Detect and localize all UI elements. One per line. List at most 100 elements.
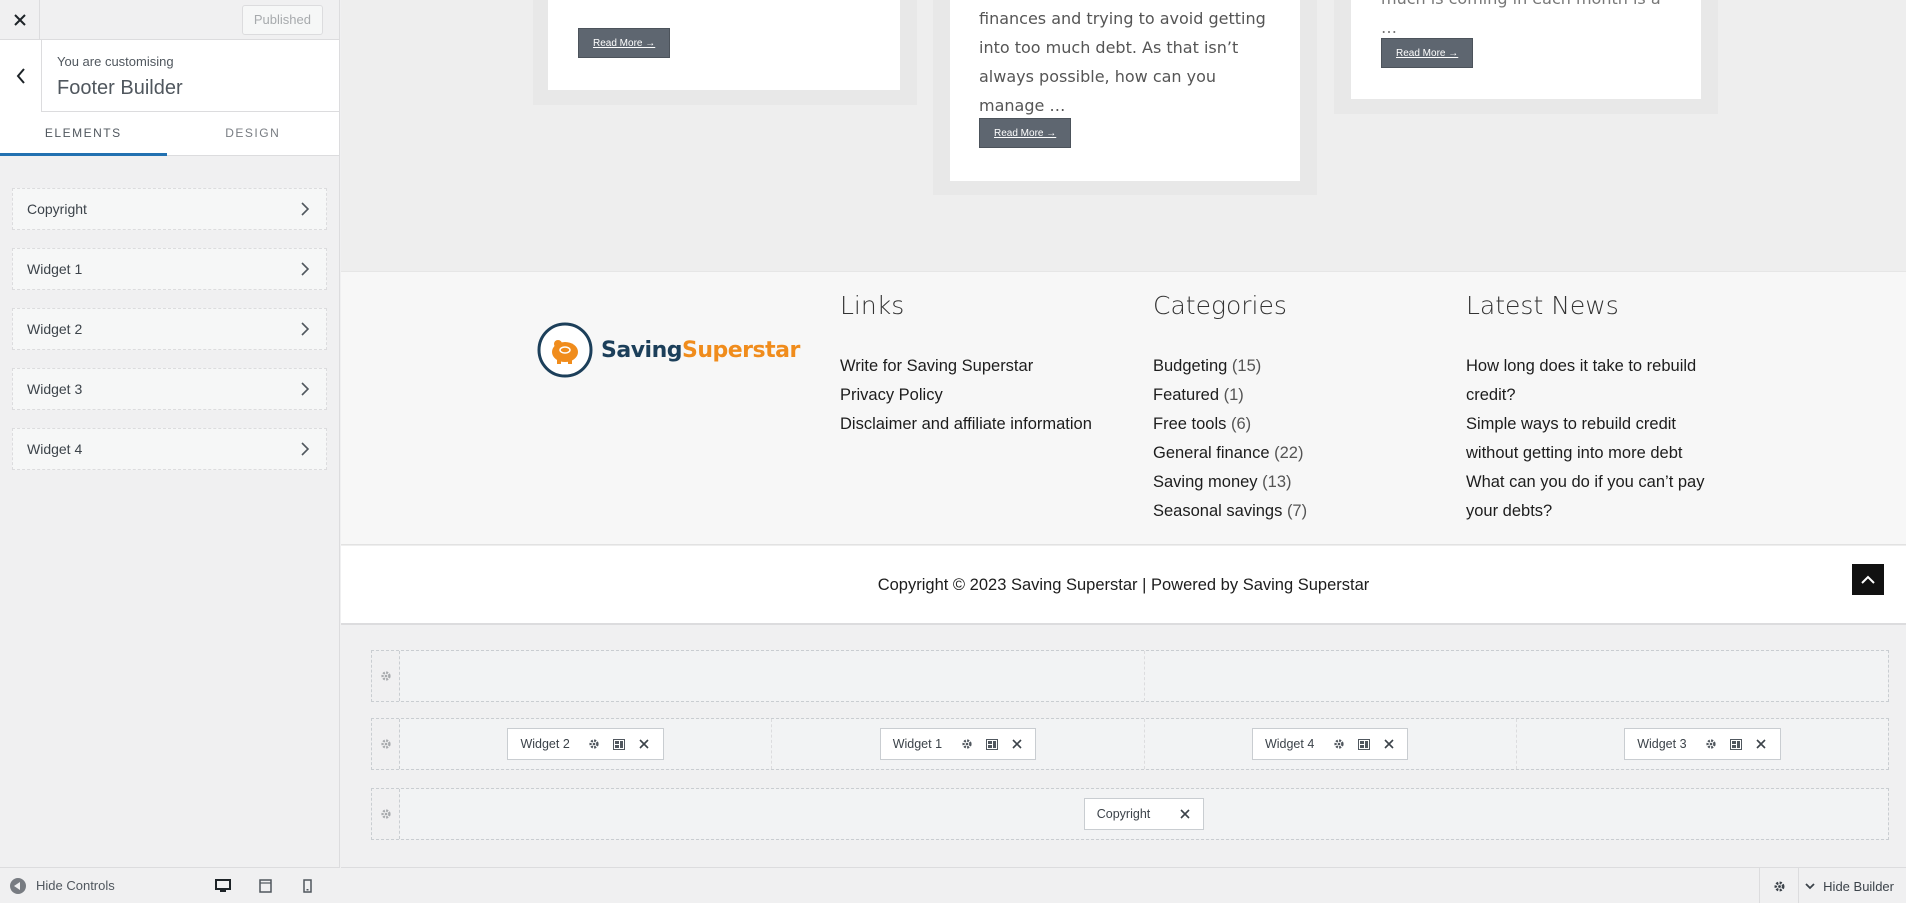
element-item-label: Widget 2 (27, 321, 83, 337)
builder-item-widget-3[interactable]: Widget 3 (1624, 728, 1781, 760)
category-count: (13) (1262, 473, 1292, 491)
element-item-label: Copyright (27, 201, 87, 217)
builder-item-copyright[interactable]: Copyright (1083, 798, 1205, 830)
item-settings-button[interactable] (954, 734, 979, 754)
item-widgets-button[interactable] (607, 734, 632, 754)
builder-column[interactable]: Widget 4 (1144, 719, 1517, 769)
close-icon (1384, 739, 1394, 749)
hide-controls-button[interactable]: Hide Controls (10, 877, 115, 894)
row-settings-button[interactable] (372, 719, 400, 769)
widget-icon (1357, 738, 1370, 750)
builder-item-label: Widget 3 (1637, 737, 1687, 751)
footer-bottom-bar: Copyright © 2023 Saving Superstar | Powe… (341, 546, 1906, 624)
chevron-right-icon (301, 262, 310, 276)
read-more-link[interactable]: Read More → (578, 28, 671, 58)
item-settings-button[interactable] (1326, 734, 1351, 754)
hide-controls-label: Hide Controls (36, 878, 115, 893)
category-item: Saving money (13) (1153, 468, 1307, 497)
news-link[interactable]: What can you do if you can’t pay your de… (1466, 468, 1706, 526)
item-settings-button[interactable] (582, 734, 607, 754)
builder-column[interactable]: Widget 3 (1516, 719, 1888, 769)
post-card: Read More → (548, 0, 900, 90)
element-item-widget-4[interactable]: Widget 4 (12, 428, 327, 470)
latest-news-widget-list: How long does it take to rebuild credit?… (1466, 352, 1706, 526)
hide-builder-button[interactable]: Hide Builder (1805, 868, 1894, 903)
footer-link[interactable]: Disclaimer and affiliate information (840, 410, 1092, 439)
chevron-down-icon (1805, 882, 1815, 889)
builder-item-label: Widget 2 (520, 737, 570, 751)
category-link[interactable]: Seasonal savings (1153, 502, 1282, 520)
element-item-widget-1[interactable]: Widget 1 (12, 248, 327, 290)
builder-column[interactable]: Copyright (400, 789, 1888, 839)
mobile-preview-button[interactable] (286, 868, 328, 903)
item-remove-button[interactable] (1004, 734, 1029, 754)
builder-row-bottom: Copyright (371, 788, 1889, 840)
categories-widget-title: Categories (1153, 291, 1287, 320)
category-link[interactable]: Free tools (1153, 415, 1226, 433)
category-item: Featured (1) (1153, 381, 1307, 410)
gear-icon (1774, 881, 1784, 891)
published-button[interactable]: Published (241, 5, 323, 35)
builder-column[interactable]: Widget 2 (400, 719, 773, 769)
close-icon (1180, 809, 1190, 819)
row-settings-button[interactable] (372, 789, 400, 839)
item-remove-button[interactable] (632, 734, 657, 754)
item-remove-button[interactable] (1749, 734, 1774, 754)
hide-builder-label: Hide Builder (1823, 878, 1894, 894)
widget-icon (985, 738, 998, 750)
element-item-widget-2[interactable]: Widget 2 (12, 308, 327, 350)
tab-design[interactable]: DESIGN (167, 112, 339, 155)
builder-item-widget-1[interactable]: Widget 1 (879, 728, 1037, 760)
builder-item-widget-2[interactable]: Widget 2 (507, 728, 664, 760)
close-icon (1011, 739, 1022, 749)
element-item-label: Widget 1 (27, 261, 83, 277)
customising-label: You are customising (57, 54, 174, 69)
element-item-widget-3[interactable]: Widget 3 (12, 368, 327, 410)
element-list: Copyright Widget 1 Widget 2 Widget 3 Wid… (0, 188, 339, 470)
builder-item-widget-4[interactable]: Widget 4 (1251, 728, 1409, 760)
sidebar-footer: Hide Controls (0, 867, 340, 903)
desktop-preview-button[interactable] (202, 868, 244, 903)
item-widgets-button[interactable] (1724, 734, 1749, 754)
category-link[interactable]: Featured (1153, 386, 1219, 404)
item-remove-button[interactable] (1376, 734, 1401, 754)
builder-column[interactable]: Widget 1 (772, 719, 1145, 769)
item-widgets-button[interactable] (1351, 734, 1376, 754)
builder-item-label: Widget 1 (892, 737, 943, 751)
news-link[interactable]: How long does it take to rebuild credit? (1466, 352, 1706, 410)
mobile-icon (302, 879, 312, 893)
gear-icon (380, 739, 391, 749)
tablet-preview-button[interactable] (244, 868, 286, 903)
news-link[interactable]: Simple ways to rebuild credit without ge… (1466, 410, 1706, 468)
tab-elements[interactable]: ELEMENTS (0, 112, 167, 156)
back-button[interactable] (0, 40, 42, 112)
category-link[interactable]: General finance (1153, 444, 1270, 462)
category-link[interactable]: Budgeting (1153, 357, 1227, 375)
category-count: (15) (1231, 357, 1262, 375)
item-settings-button[interactable] (1699, 734, 1724, 754)
sidebar-header: Published (0, 0, 339, 40)
customizer-sidebar: Published You are customising Footer Bui… (0, 0, 340, 903)
row-columns: Copyright (400, 789, 1888, 839)
footer-link[interactable]: Write for Saving Superstar (840, 352, 1092, 381)
widget-icon (1730, 738, 1743, 750)
scroll-to-top-button[interactable] (1852, 564, 1884, 595)
chevron-right-icon (301, 442, 310, 456)
builder-column[interactable] (1144, 651, 1888, 701)
item-widgets-button[interactable] (979, 734, 1004, 754)
element-item-label: Widget 3 (27, 381, 83, 397)
widget-icon (613, 738, 626, 750)
chevron-right-icon (301, 202, 310, 216)
element-item-copyright[interactable]: Copyright (12, 188, 327, 230)
site-logo[interactable]: SavingSuperstar (537, 322, 800, 378)
panel-tabs: ELEMENTS DESIGN (0, 112, 339, 156)
row-settings-button[interactable] (372, 651, 400, 701)
close-customizer-button[interactable] (0, 0, 40, 40)
builder-column[interactable] (400, 651, 1145, 701)
read-more-link[interactable]: Read More → (1381, 38, 1474, 68)
read-more-link[interactable]: Read More → (979, 118, 1072, 148)
footer-link[interactable]: Privacy Policy (840, 381, 1092, 410)
item-remove-button[interactable] (1172, 804, 1197, 824)
builder-settings-button[interactable] (1759, 868, 1799, 903)
category-link[interactable]: Saving money (1153, 473, 1258, 491)
